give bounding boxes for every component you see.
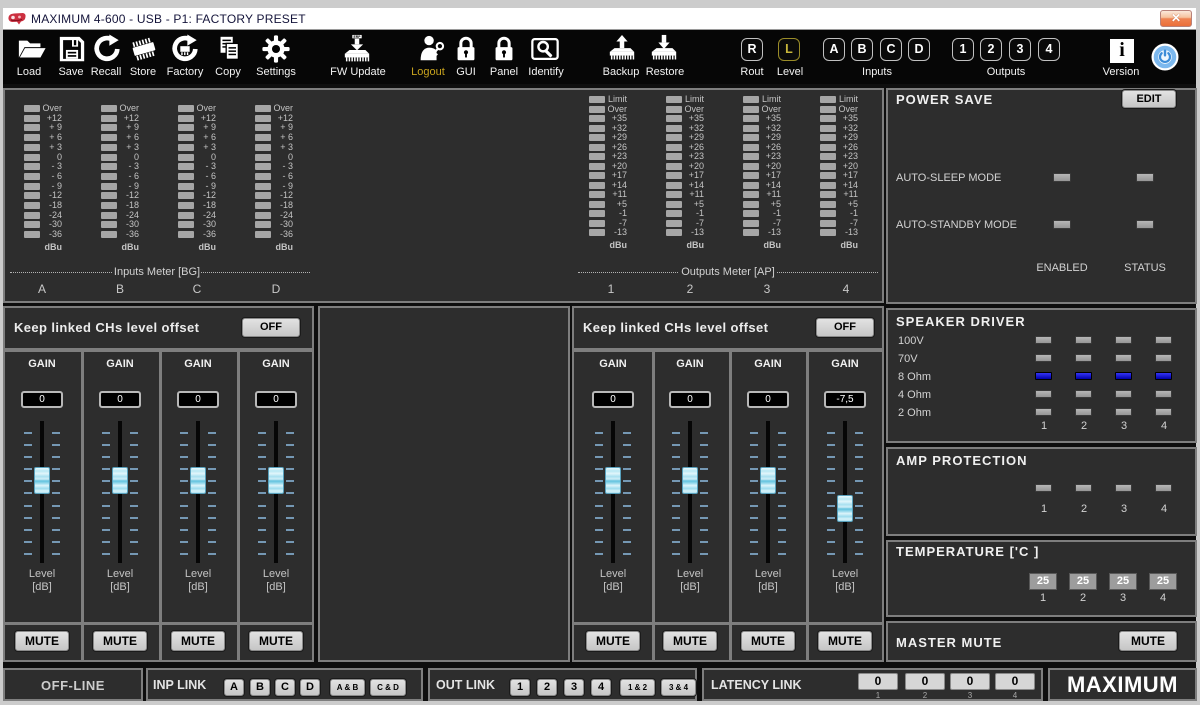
svg-text:ERP: ERP bbox=[354, 35, 362, 39]
